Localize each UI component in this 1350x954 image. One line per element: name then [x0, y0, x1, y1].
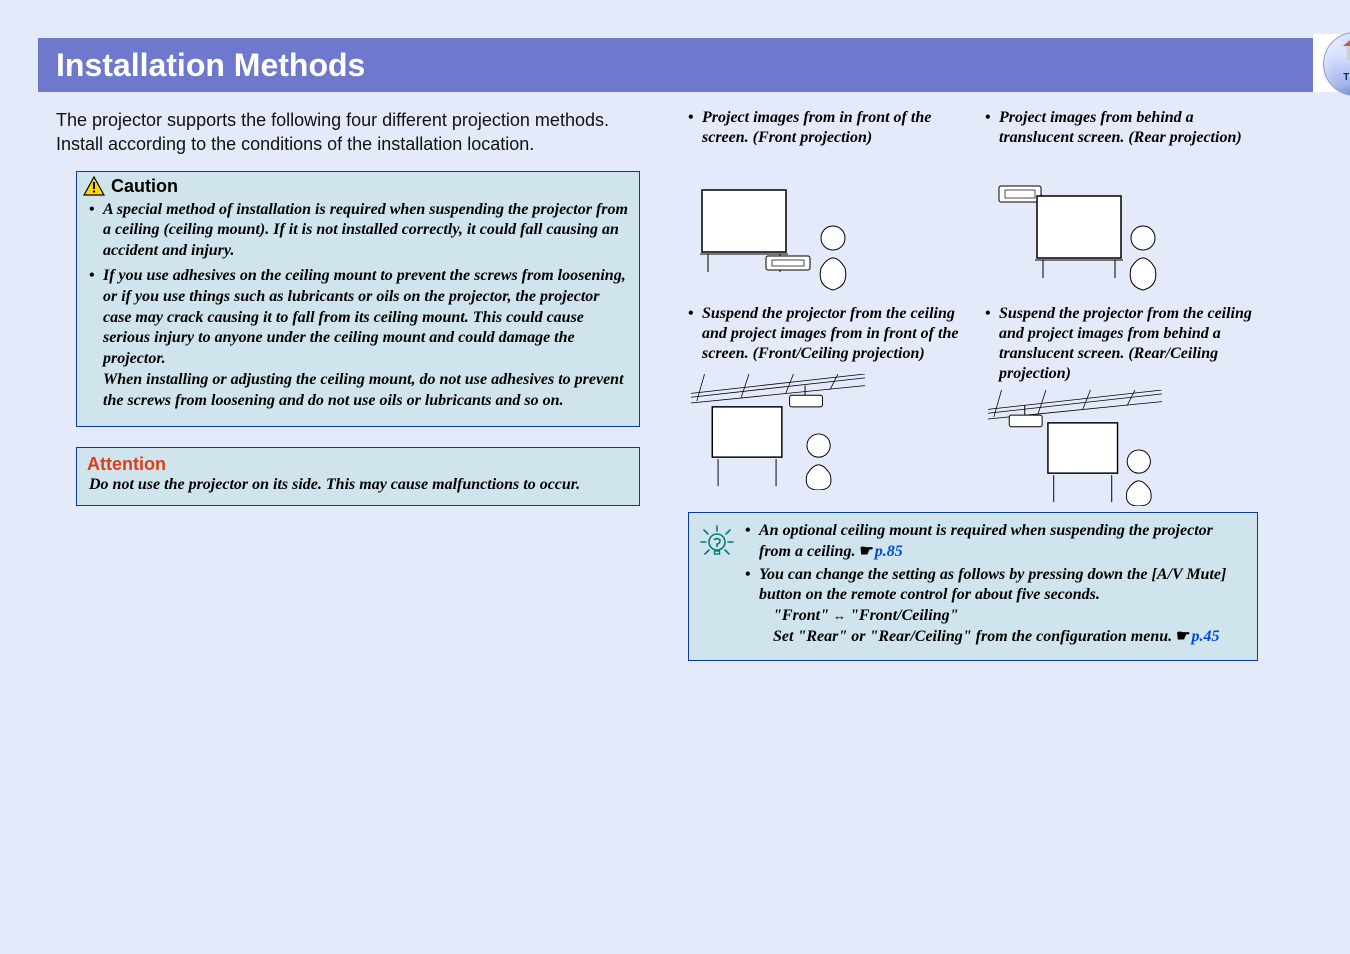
caution-box: Caution A special method of installation… [76, 171, 640, 427]
home-icon [1341, 46, 1350, 66]
hint-box: An optional ceiling mount is required wh… [688, 512, 1258, 661]
intro-text: The projector supports the following fou… [56, 108, 648, 157]
method-rear-ceiling: Suspend the projector from the ceiling a… [985, 304, 1258, 506]
page-link-p85[interactable]: ☛p.85 [859, 543, 902, 560]
page-link-p45[interactable]: ☛p.45 [1176, 628, 1219, 645]
rear-ceiling-illustration [985, 390, 1165, 506]
front-ceiling-illustration [688, 374, 868, 490]
method-text: Suspend the projector from the ceiling a… [688, 304, 961, 368]
method-front: Project images from in front of the scre… [688, 108, 961, 294]
hint-item: You can change the setting as follows by… [745, 565, 1247, 648]
front-projection-illustration [688, 178, 868, 294]
page-title: Installation Methods [56, 47, 365, 84]
swap-a: "Front" [773, 607, 829, 624]
method-text: Suspend the projector from the ceiling a… [985, 304, 1258, 384]
attention-label: Attention [77, 448, 639, 475]
top-label: TOP [1343, 72, 1350, 83]
caution-item: If you use adhesives on the ceiling moun… [89, 266, 629, 412]
method-front-ceiling: Suspend the projector from the ceiling a… [688, 304, 961, 506]
attention-text: Do not use the projector on its side. Th… [77, 475, 639, 506]
tip-icon [697, 521, 737, 650]
method-text: Project images from behind a translucent… [985, 108, 1258, 172]
method-text: Project images from in front of the scre… [688, 108, 961, 172]
attention-box: Attention Do not use the projector on it… [76, 447, 640, 507]
caution-item: A special method of installation is requ… [89, 200, 629, 262]
swap-b: "Front/Ceiling" [850, 607, 958, 624]
hint-item: An optional ceiling mount is required wh… [745, 521, 1247, 563]
warning-icon [83, 176, 105, 196]
swap-icon: ↔ [833, 608, 846, 623]
hint-text: An optional ceiling mount is required wh… [759, 522, 1213, 560]
title-bar: Installation Methods TOP [38, 38, 1313, 92]
rear-projection-illustration [985, 178, 1165, 294]
hint-set-text: Set "Rear" or "Rear/Ceiling" from the co… [773, 628, 1176, 645]
method-rear: Project images from behind a translucent… [985, 108, 1258, 294]
caution-label: Caution [111, 176, 178, 197]
hint-text: You can change the setting as follows by… [759, 566, 1226, 604]
